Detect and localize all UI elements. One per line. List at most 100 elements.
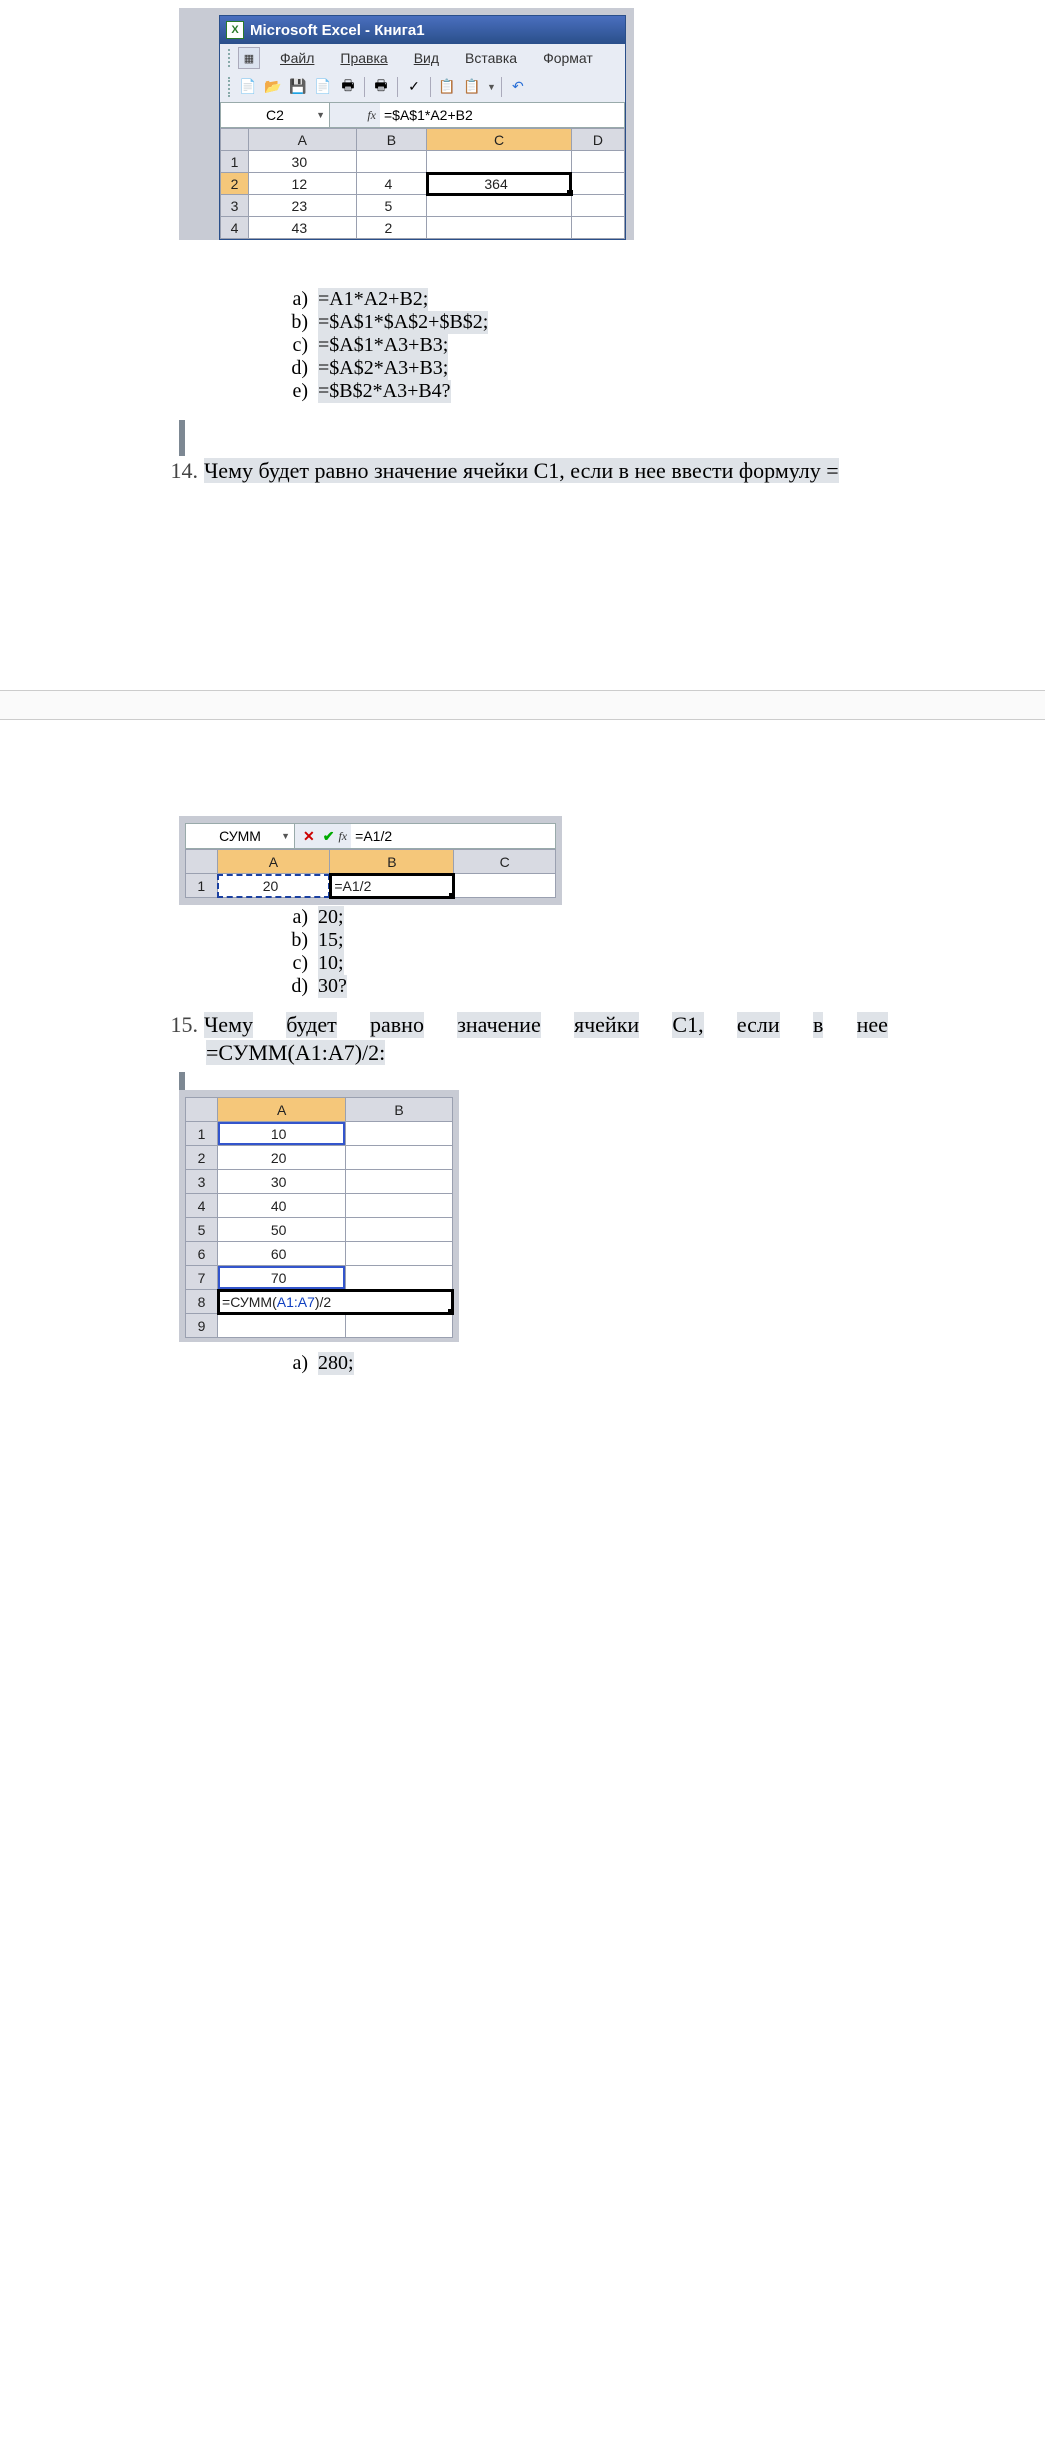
spell-icon[interactable]: ✓ <box>403 76 425 98</box>
row-header[interactable]: 5 <box>186 1218 218 1242</box>
cell[interactable]: 5 <box>356 195 427 217</box>
cell[interactable] <box>346 1170 453 1194</box>
col-header-A[interactable]: A <box>218 1098 346 1122</box>
cell[interactable]: 23 <box>249 195 357 217</box>
cell[interactable] <box>218 1314 346 1338</box>
cell[interactable] <box>427 151 572 173</box>
grid-row: 440 <box>186 1194 453 1218</box>
cell[interactable]: 70 <box>218 1266 346 1290</box>
question-15-line2: =СУММ(А1:А7)/2: <box>206 1040 385 1066</box>
cell[interactable] <box>571 151 624 173</box>
col-header-B[interactable]: B <box>356 129 427 151</box>
dropdown-icon[interactable]: ▼ <box>281 831 290 841</box>
cell[interactable]: 50 <box>218 1218 346 1242</box>
name-box[interactable]: СУММ ▼ <box>185 823 295 849</box>
menu-file[interactable]: Файл <box>268 46 326 70</box>
dropdown-icon[interactable]: ▼ <box>486 82 496 92</box>
undo-icon[interactable]: ↶ <box>507 76 529 98</box>
row-header[interactable]: 1 <box>186 874 218 898</box>
col-header-A[interactable]: A <box>249 129 357 151</box>
new-icon[interactable]: 📄 <box>237 76 259 98</box>
cell[interactable] <box>427 195 572 217</box>
cell[interactable] <box>346 1242 453 1266</box>
cell[interactable] <box>356 151 427 173</box>
print-preview-icon[interactable]: 🖶 <box>370 76 392 98</box>
cell[interactable] <box>346 1122 453 1146</box>
menu-edit[interactable]: Правка <box>328 46 399 70</box>
col-header-A[interactable]: A <box>217 850 330 874</box>
row-header[interactable]: 9 <box>186 1314 218 1338</box>
menu-insert[interactable]: Вставка <box>453 46 529 70</box>
row-header[interactable]: 7 <box>186 1266 218 1290</box>
col-header-D[interactable]: D <box>571 129 624 151</box>
col-header-C[interactable]: C <box>427 129 572 151</box>
col-header-C[interactable]: C <box>454 850 556 874</box>
cell[interactable] <box>346 1146 453 1170</box>
cell[interactable]: 40 <box>218 1194 346 1218</box>
col-header-B[interactable]: B <box>346 1098 453 1122</box>
cell[interactable] <box>346 1194 453 1218</box>
enter-icon[interactable]: ✔ <box>319 828 339 845</box>
answer-option: b)15; <box>272 929 347 952</box>
spreadsheet-grid[interactable]: A B 110 220 330 440 550 660 770 8 =СУММ(… <box>185 1097 453 1338</box>
q15-word: равно <box>370 1012 424 1038</box>
cell-A1[interactable]: 20 <box>217 874 330 898</box>
cell[interactable]: 60 <box>218 1242 346 1266</box>
row-header[interactable]: 1 <box>186 1122 218 1146</box>
cell[interactable] <box>427 217 572 239</box>
cell[interactable] <box>454 874 556 898</box>
cell[interactable] <box>571 195 624 217</box>
grid-row: 110 <box>186 1122 453 1146</box>
dropdown-icon[interactable]: ▼ <box>316 110 325 120</box>
select-all-corner[interactable] <box>186 1098 218 1122</box>
fx-icon[interactable]: fx <box>367 108 376 123</box>
cell[interactable] <box>346 1266 453 1290</box>
permission-icon[interactable]: 📄 <box>312 76 334 98</box>
select-all-corner[interactable] <box>221 129 249 151</box>
cell[interactable]: 20 <box>218 1146 346 1170</box>
open-icon[interactable]: 📂 <box>262 76 284 98</box>
row-header[interactable]: 6 <box>186 1242 218 1266</box>
spreadsheet-grid[interactable]: A B C 1 20 =A1/2 <box>185 849 556 898</box>
menu-format[interactable]: Формат <box>531 46 605 70</box>
row-header[interactable]: 4 <box>221 217 249 239</box>
cell[interactable] <box>346 1218 453 1242</box>
answer-option: a)20; <box>272 906 347 929</box>
selected-cell[interactable]: 364 <box>427 173 572 195</box>
cell[interactable]: 10 <box>218 1122 346 1146</box>
cell[interactable] <box>571 217 624 239</box>
cell[interactable]: 12 <box>249 173 357 195</box>
cell[interactable]: 2 <box>356 217 427 239</box>
name-box[interactable]: C2 ▼ <box>220 102 330 128</box>
editing-cell[interactable]: =A1/2 <box>330 874 454 898</box>
copy-icon[interactable]: 📋 <box>436 76 458 98</box>
answers-13: a)=A1*A2+B2; b)=$A$1*$A$2+$B$2; c)=$A$1*… <box>272 288 488 403</box>
formula-input[interactable]: =$A$1*A2+B2 <box>380 102 625 128</box>
cell[interactable]: 30 <box>218 1170 346 1194</box>
row-header[interactable]: 3 <box>221 195 249 217</box>
row-header[interactable]: 4 <box>186 1194 218 1218</box>
row-header[interactable]: 2 <box>186 1146 218 1170</box>
row-header[interactable]: 2 <box>221 173 249 195</box>
cell[interactable] <box>346 1314 453 1338</box>
formula-input[interactable]: =A1/2 <box>351 823 556 849</box>
select-all-corner[interactable] <box>186 850 218 874</box>
cell[interactable]: 4 <box>356 173 427 195</box>
row-header[interactable]: 1 <box>221 151 249 173</box>
cell[interactable] <box>571 173 624 195</box>
selection-bar-icon <box>179 420 185 456</box>
col-header-B[interactable]: B <box>330 850 454 874</box>
print-icon[interactable]: 🖶 <box>337 76 359 98</box>
excel-logo-icon: X <box>226 21 244 39</box>
cancel-icon[interactable]: ✕ <box>299 828 319 845</box>
menu-view[interactable]: Вид <box>402 46 451 70</box>
spreadsheet-grid[interactable]: A B C D 1 30 2 12 4 364 <box>220 128 625 239</box>
row-header[interactable]: 3 <box>186 1170 218 1194</box>
cell[interactable]: 43 <box>249 217 357 239</box>
cell[interactable]: 30 <box>249 151 357 173</box>
editing-cell[interactable]: =СУММ(A1:A7)/2 <box>218 1290 453 1314</box>
row-header[interactable]: 8 <box>186 1290 218 1314</box>
save-icon[interactable]: 💾 <box>287 76 309 98</box>
paste-icon[interactable]: 📋 <box>461 76 483 98</box>
fx-icon[interactable]: fx <box>338 829 347 844</box>
